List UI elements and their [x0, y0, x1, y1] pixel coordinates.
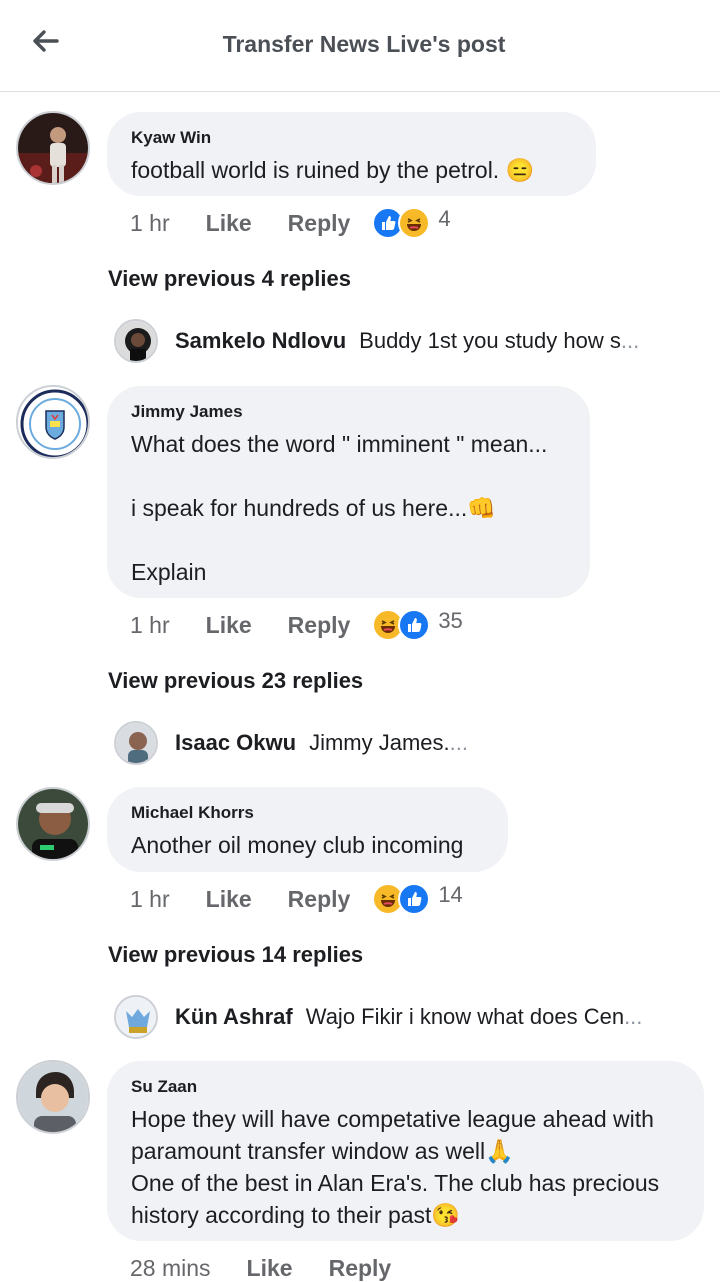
avatar[interactable]: [114, 319, 158, 363]
comment-text: Hope they will have competative league a…: [131, 1106, 660, 1228]
comment-time[interactable]: 1 hr: [130, 612, 170, 639]
view-previous-replies[interactable]: View previous 4 replies: [108, 266, 351, 292]
reply-ellipsis: ...: [620, 328, 640, 353]
reaction-summary[interactable]: 35: [372, 608, 463, 641]
reply-ellipsis: ...: [624, 1004, 643, 1029]
reply-text: Jimmy James....: [309, 730, 468, 756]
reply-author[interactable]: Kün Ashraf: [175, 1004, 293, 1030]
comment-author[interactable]: Kyaw Win: [131, 128, 572, 148]
haha-reaction-icon: [398, 207, 431, 239]
comment-bubble[interactable]: Michael Khorrs Another oil money club in…: [107, 787, 508, 872]
comment-author[interactable]: Su Zaan: [131, 1077, 680, 1097]
page-title: Transfer News Live's post: [222, 31, 506, 57]
avatar[interactable]: [16, 385, 90, 459]
like-button[interactable]: Like: [206, 210, 252, 237]
comment-actions: 1 hr Like Reply 35: [130, 607, 463, 643]
comment-actions: 1 hr Like Reply 14: [130, 881, 463, 917]
reply-author[interactable]: Samkelo Ndlovu: [175, 328, 346, 354]
comment-text: What does the word " imminent " mean... …: [131, 431, 548, 585]
reply-preview[interactable]: Isaac Okwu Jimmy James....: [114, 720, 714, 766]
like-button[interactable]: Like: [206, 886, 252, 913]
like-reaction-icon: [398, 883, 431, 915]
reply-preview[interactable]: Kün Ashraf Wajo Fikir i know what does C…: [114, 994, 714, 1040]
comment-actions: 1 hr Like Reply 4: [130, 205, 451, 241]
reaction-summary[interactable]: 14: [372, 882, 463, 915]
reply-button[interactable]: Reply: [288, 612, 351, 639]
man-city-crest-icon: [18, 387, 88, 457]
avatar[interactable]: [114, 995, 158, 1039]
reply-text-content: Jimmy James.: [309, 730, 450, 755]
avatar[interactable]: [16, 1060, 90, 1134]
like-reaction-icon: [398, 609, 431, 641]
comment-actions: 28 mins Like Reply: [130, 1250, 391, 1282]
reply-text-content: Wajo Fikir i know what does Cen: [305, 1004, 625, 1029]
comment-time[interactable]: 1 hr: [130, 210, 170, 237]
comment-time[interactable]: 1 hr: [130, 886, 170, 913]
avatar[interactable]: [16, 111, 90, 185]
comment-author[interactable]: Jimmy James: [131, 402, 566, 422]
reply-text-content: Buddy 1st you study how s: [359, 328, 621, 353]
avatar[interactable]: [114, 721, 158, 765]
reply-text: Wajo Fikir i know what does Cen...: [306, 1004, 643, 1030]
comment-author[interactable]: Michael Khorrs: [131, 803, 484, 823]
comment-bubble[interactable]: Kyaw Win football world is ruined by the…: [107, 112, 596, 196]
avatar-image: [116, 997, 156, 1037]
comment-time[interactable]: 28 mins: [130, 1255, 211, 1282]
top-bar: Transfer News Live's post: [0, 0, 720, 92]
like-button[interactable]: Like: [247, 1255, 293, 1282]
reply-button[interactable]: Reply: [288, 886, 351, 913]
reply-text: Buddy 1st you study how s...: [359, 328, 639, 354]
comment-text: Another oil money club incoming: [131, 832, 464, 858]
avatar[interactable]: [16, 787, 90, 861]
avatar-image: [18, 789, 88, 859]
avatar-image: [116, 321, 156, 361]
reply-author[interactable]: Isaac Okwu: [175, 730, 296, 756]
comment-bubble[interactable]: Su Zaan Hope they will have competative …: [107, 1061, 704, 1241]
reply-ellipsis: ...: [449, 730, 468, 755]
view-previous-replies[interactable]: View previous 23 replies: [108, 668, 363, 694]
reaction-summary[interactable]: 4: [372, 206, 451, 239]
comment-text: football world is ruined by the petrol. …: [131, 157, 535, 183]
like-button[interactable]: Like: [206, 612, 252, 639]
view-previous-replies[interactable]: View previous 14 replies: [108, 942, 363, 968]
comment-bubble[interactable]: Jimmy James What does the word " imminen…: [107, 386, 590, 598]
reaction-count: 35: [438, 608, 463, 633]
reaction-count: 14: [438, 882, 463, 907]
reply-button[interactable]: Reply: [288, 210, 351, 237]
reply-button[interactable]: Reply: [329, 1255, 392, 1282]
reply-preview[interactable]: Samkelo Ndlovu Buddy 1st you study how s…: [114, 318, 714, 364]
avatar-image: [18, 1062, 88, 1132]
avatar-image: [18, 113, 88, 183]
avatar-image: [116, 723, 156, 763]
reaction-count: 4: [438, 206, 451, 231]
